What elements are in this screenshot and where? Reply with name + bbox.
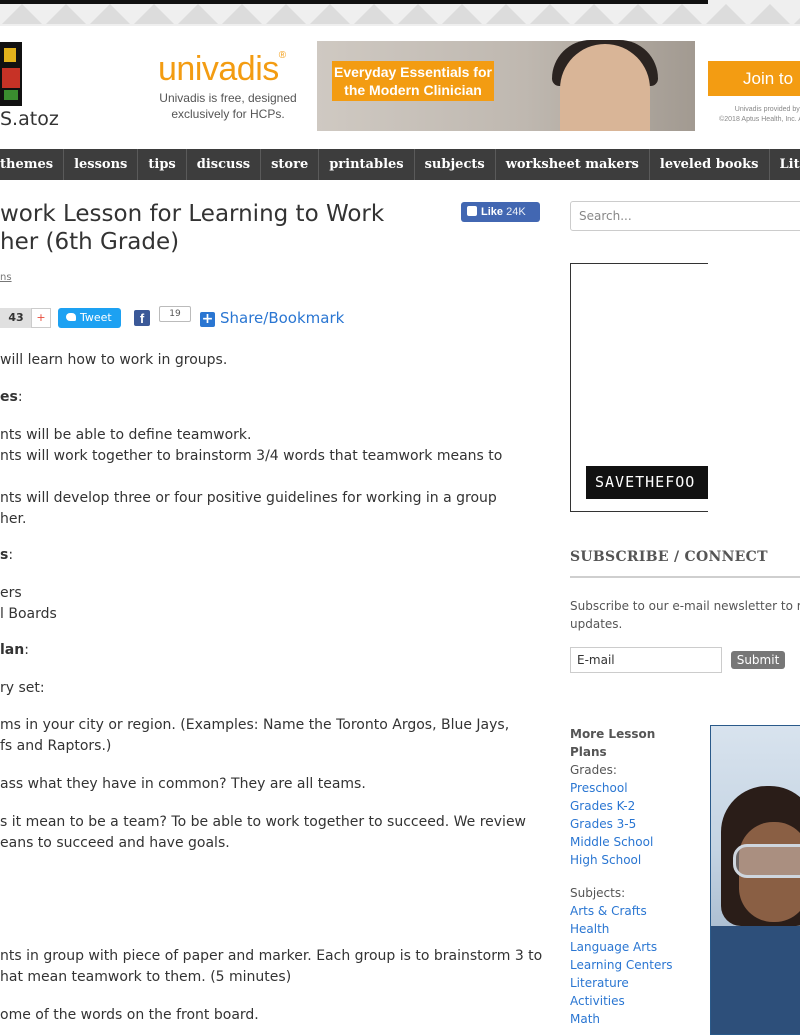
search-input[interactable]: Search... [570,201,800,231]
email-field[interactable]: E-mail [570,647,722,673]
top-black-line [0,0,708,4]
ad-brand-logo[interactable]: univadis® [158,50,286,89]
tweet-button[interactable]: Tweet [58,308,121,328]
more-lesson-plans-heading: More Lesson Plans [570,725,680,761]
body-line: her. [0,509,26,530]
facebook-share-count: 19 [159,306,191,322]
nav-item-lessons[interactable]: lessons [64,149,138,180]
nav-item-leveled-books[interactable]: leveled books [650,149,770,180]
subject-link-health[interactable]: Health [570,920,609,938]
ad-fine-print: Univadis provided by A ©2018 Aptus Healt… [706,105,800,125]
body-line: ms in your city or region. (Examples: Na… [0,715,509,736]
body-line: s it mean to be a team? To be able to wo… [0,812,526,833]
nav-item-printables[interactable]: printables [319,149,414,180]
section-heading-materials: s: [0,545,13,566]
ad-person-face [560,44,650,131]
body-line: nts will be able to define teamwork. [0,425,251,446]
section-heading-objectives: es: [0,387,23,408]
section-heading-lesson-plan: lan: [0,640,29,661]
body-line: ry set: [0,678,45,699]
main-nav: themes lessons tips discuss store printa… [0,149,800,180]
subject-link-literature-activities[interactable]: Literature Activities [570,974,670,1010]
share-count: 43 [0,308,32,328]
top-decorative-strip [0,0,800,26]
twitter-bird-icon [66,313,76,321]
nav-item-little-giraffes[interactable]: Little Gira [770,149,800,180]
grade-link-preschool[interactable]: Preschool [570,779,628,797]
body-line: nts will work together to brainstorm 3/4… [0,446,502,467]
submit-button[interactable]: Submit [731,651,785,669]
body-line: will learn how to work in groups. [0,350,227,371]
grades-label: Grades: [570,761,617,779]
body-line: nts will develop three or four positive … [0,488,497,509]
grade-link-k-2[interactable]: Grades K-2 [570,797,635,815]
breadcrumb-link[interactable]: ns [0,272,12,283]
subject-link-language-arts[interactable]: Language Arts [570,938,657,956]
ad-join-button[interactable]: Join to [708,61,800,96]
facebook-like-button[interactable]: Like 24K [461,202,540,222]
body-line: hat mean teamwork to them. (5 minutes) [0,967,291,988]
share-plus-button[interactable]: + [31,308,51,328]
bookmark-plus-icon[interactable]: + [200,312,215,327]
nav-item-worksheet-makers[interactable]: worksheet makers [496,149,650,180]
grade-link-middle-school[interactable]: Middle School [570,833,653,851]
subjects-label: Subjects: [570,884,625,902]
body-line: fs and Raptors.) [0,736,111,757]
ad-headline: Everyday Essentials for the Modern Clini… [332,61,494,101]
subject-link-learning-centers[interactable]: Learning Centers [570,956,673,974]
body-line: ers [0,583,22,604]
share-bookmark-link[interactable]: Share/Bookmark [220,309,344,327]
grade-link-high-school[interactable]: High School [570,851,641,869]
nav-item-store[interactable]: store [261,149,319,180]
grade-link-3-5[interactable]: Grades 3-5 [570,815,636,833]
subscribe-text: Subscribe to our e-mail newsletter to r … [570,597,800,633]
body-line: eans to succeed and have goals. [0,833,230,854]
body-line: nts in group with piece of paper and mar… [0,946,542,967]
page-title: work Lesson for Learning to Work her (6t… [0,200,450,256]
nav-item-discuss[interactable]: discuss [187,149,261,180]
site-logo-image[interactable] [0,42,22,106]
thumbs-up-icon [467,206,477,216]
ad-tagline: Univadis is free, designed exclusively f… [150,90,306,122]
subscribe-divider [570,576,800,578]
site-logo-text[interactable]: S.atoz [0,108,59,130]
subject-link-arts-crafts[interactable]: Arts & Crafts [570,902,647,920]
body-line: ome of the words on the front board. [0,1005,259,1026]
subscribe-heading: SUBSCRIBE / CONNECT [570,549,768,565]
facebook-share-icon[interactable]: f [134,310,150,326]
sidebar-photo[interactable] [710,725,800,1035]
sidebar-ad-label[interactable]: SAVETHEFOO [586,466,708,499]
body-line: l Boards [0,604,57,625]
nav-item-themes[interactable]: themes [0,149,64,180]
subject-link-math[interactable]: Math [570,1010,600,1028]
nav-item-tips[interactable]: tips [138,149,186,180]
nav-item-subjects[interactable]: subjects [415,149,496,180]
body-line: ass what they have in common? They are a… [0,774,366,795]
